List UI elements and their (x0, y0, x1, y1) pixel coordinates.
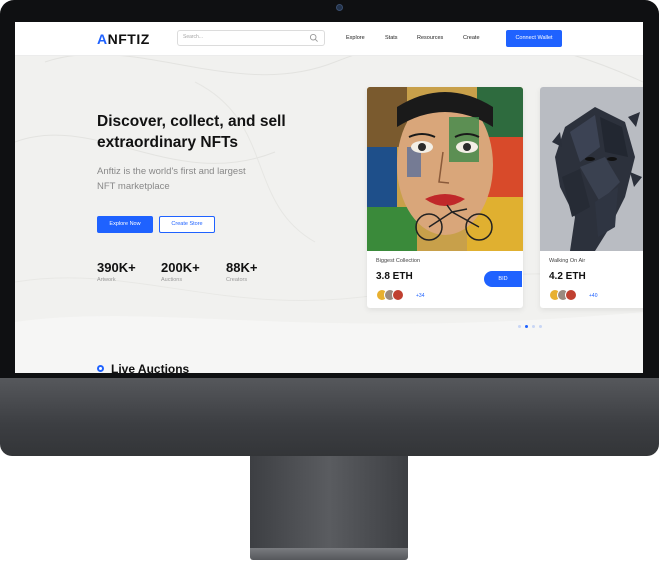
card-title: Biggest Collection (376, 258, 421, 264)
stat-creators-value: 88K+ (226, 260, 258, 275)
carousel-pagination (518, 325, 546, 329)
nft-card[interactable]: Walking On Air 4.2 ETH +40 (540, 87, 643, 308)
bidder-avatars: +34 (376, 289, 436, 302)
hero-title: Discover, collect, and sell extraordinar… (97, 113, 286, 151)
live-auctions-heading: Live Auctions (111, 362, 190, 373)
stat-auctions-value: 200K+ (161, 260, 200, 275)
avatar-count: +34 (416, 293, 425, 299)
stat-artwork-label: Artwork (97, 277, 116, 283)
carousel-dot[interactable] (539, 325, 542, 328)
avatar (565, 289, 577, 301)
top-navigation: ANFTIZ Search... Explore Stats Resources… (15, 22, 643, 56)
nft-artwork-image (367, 87, 523, 251)
card-price: 3.8 ETH (376, 271, 413, 282)
nft-artwork-image (540, 87, 643, 251)
bidder-avatars: +40 (549, 289, 609, 302)
card-price: 4.2 ETH (549, 271, 586, 282)
carousel-dot[interactable] (525, 325, 528, 328)
nav-explore[interactable]: Explore (346, 35, 365, 41)
card-title: Walking On Air (549, 258, 586, 264)
avatar-count: +40 (589, 293, 598, 299)
site-logo[interactable]: ANFTIZ (97, 31, 150, 47)
camera-icon (336, 4, 343, 11)
website-screen: ANFTIZ Search... Explore Stats Resources… (15, 22, 643, 373)
explore-now-button[interactable]: Explore Now (97, 216, 153, 233)
stat-artwork-value: 390K+ (97, 260, 136, 275)
bid-button[interactable]: BID (484, 271, 522, 287)
search-input[interactable]: Search... (177, 30, 325, 46)
stat-auctions-label: Auctions (161, 277, 183, 283)
connect-wallet-button[interactable]: Connect Wallet (506, 30, 562, 47)
stat-creators-label: Creators (226, 277, 248, 283)
search-placeholder: Search... (183, 34, 204, 40)
live-indicator-icon (97, 365, 104, 372)
imac-mockup: ANFTIZ Search... Explore Stats Resources… (0, 0, 659, 562)
create-store-button[interactable]: Create Store (159, 216, 215, 233)
carousel-dot[interactable] (518, 325, 521, 328)
monitor-stand-base (250, 548, 408, 560)
nav-stats[interactable]: Stats (385, 35, 398, 41)
logo-text: NFTIZ (107, 31, 150, 47)
nft-card[interactable]: Biggest Collection 3.8 ETH BID +34 (367, 87, 523, 308)
carousel-dot[interactable] (532, 325, 535, 328)
avatar (392, 289, 404, 301)
nav-create[interactable]: Create (463, 35, 480, 41)
logo-accent: A (97, 31, 108, 47)
nav-resources[interactable]: Resources (417, 35, 443, 41)
monitor-stand (250, 456, 408, 552)
search-icon[interactable] (309, 33, 319, 43)
monitor-chin (0, 378, 659, 456)
hero-subtitle: Anftiz is the world's first and largest … (97, 166, 246, 192)
